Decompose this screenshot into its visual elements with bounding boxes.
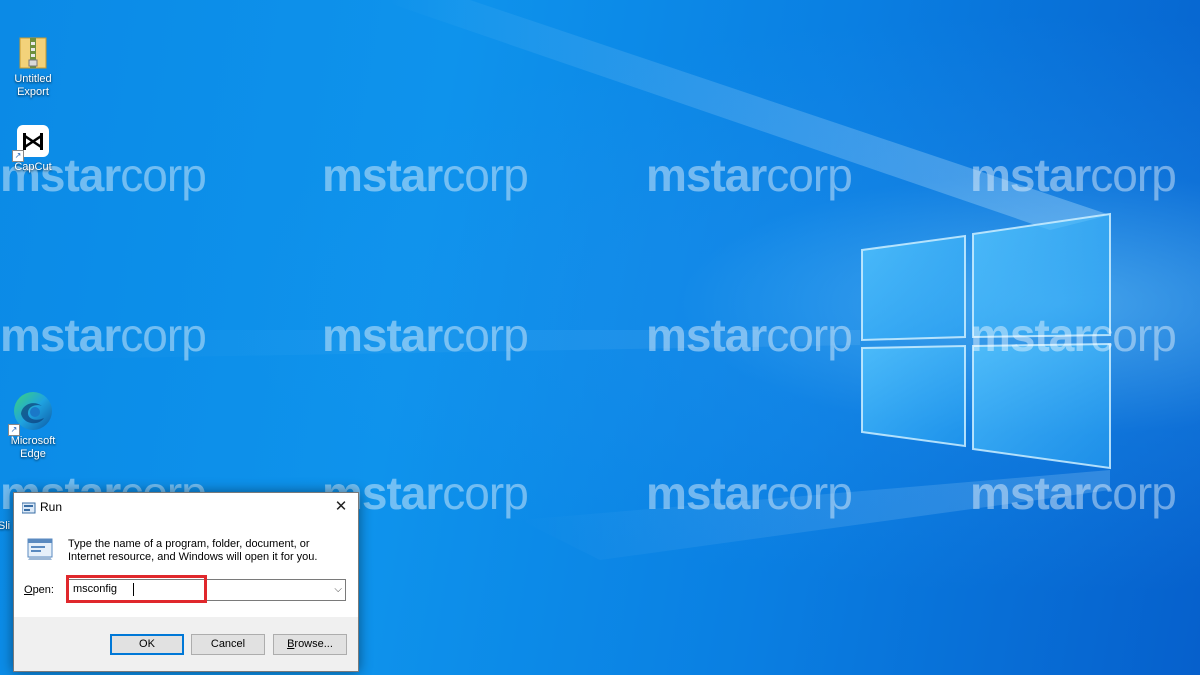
shortcut-arrow-icon: ↗ [12, 150, 24, 162]
browse-button[interactable]: Browse... [273, 634, 347, 655]
annotation-highlight-box [66, 575, 207, 603]
desktop-icon-microsoft-edge[interactable]: ↗ Microsoft Edge [1, 390, 65, 461]
desktop-icon-label: Untitled [14, 73, 52, 85]
run-program-icon [26, 537, 54, 566]
desktop-icon-capcut[interactable]: ↗ CapCut [1, 124, 65, 174]
archive-folder-icon [16, 36, 50, 70]
dialog-description: Type the name of a program, folder, docu… [68, 538, 318, 563]
desktop-icon-label: Microsoft [10, 435, 56, 447]
desktop-icon-label: Edge [20, 448, 46, 460]
desktop-icon-untitled-export[interactable]: Untitled Export [1, 36, 65, 99]
ok-button[interactable]: OK [110, 634, 184, 655]
edge-icon: ↗ [8, 390, 54, 436]
capcut-icon: ↗ [12, 124, 50, 162]
open-label: Open: [24, 584, 54, 596]
cancel-button[interactable]: Cancel [191, 634, 265, 655]
run-app-icon [21, 501, 36, 519]
dialog-title: Run [40, 500, 63, 514]
close-button[interactable]: ✕ [324, 493, 358, 521]
title-bar[interactable]: Run ✕ [14, 493, 358, 521]
desktop-background: mstarcorp mstarcorp mstarcorp mstarcorp … [0, 0, 1200, 675]
chevron-down-icon[interactable]: ⌵ [334, 582, 342, 598]
desktop-icon-label: Export [17, 86, 49, 98]
desktop-icon-label: CapCut [14, 161, 52, 173]
shortcut-arrow-icon: ↗ [8, 424, 20, 436]
run-dialog: Run ✕ Type the name of a program, folder… [13, 492, 359, 672]
